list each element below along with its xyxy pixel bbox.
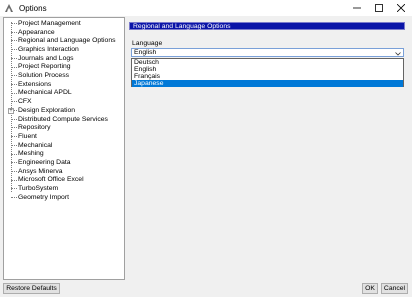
tree-connector — [7, 36, 17, 45]
tree-connector — [7, 176, 17, 185]
tree-item[interactable]: Repository — [7, 123, 51, 132]
tree-item[interactable]: TurboSystem — [7, 184, 58, 193]
tree-item[interactable]: Mechanical APDL — [7, 89, 72, 98]
tree-connector — [7, 150, 17, 159]
tree-item[interactable]: + Design Exploration — [7, 106, 75, 115]
close-button[interactable] — [390, 0, 412, 16]
tree-connector — [7, 115, 17, 124]
tree-item[interactable]: Meshing — [7, 150, 44, 159]
tree-connector — [7, 184, 17, 193]
language-option[interactable]: Japanese — [132, 80, 403, 87]
tree-item-label: Ansys Minerva — [18, 167, 63, 175]
tree-item[interactable]: Solution Process — [7, 71, 69, 80]
tree-item[interactable]: CFX — [7, 97, 32, 106]
tree-item-label: Regional and Language Options — [18, 37, 116, 45]
ansys-app-icon — [4, 3, 14, 13]
tree-connector — [7, 54, 17, 63]
plus-icon[interactable]: + — [8, 107, 14, 114]
maximize-button[interactable] — [368, 0, 390, 16]
tree-connector — [7, 193, 17, 202]
tree-item[interactable]: Appearance — [7, 28, 55, 37]
tree-connector — [7, 63, 17, 72]
tree-item-label: TurboSystem — [18, 185, 59, 193]
window-controls — [346, 0, 412, 16]
cancel-button[interactable]: Cancel — [381, 283, 408, 294]
tree-connector — [7, 28, 17, 37]
tree-item-label: Engineering Data — [18, 159, 71, 167]
tree-item-label: Fluent — [18, 132, 37, 140]
tree-item[interactable]: Regional and Language Options — [7, 36, 116, 45]
tree-item-label: Distributed Compute Services — [18, 115, 108, 123]
tree-item-label: Solution Process — [18, 72, 70, 80]
tree-connector — [7, 97, 17, 106]
tree-item-label: Journals and Logs — [18, 54, 74, 62]
restore-defaults-button[interactable]: Restore Defaults — [3, 283, 60, 294]
tree-item[interactable]: Project Reporting — [7, 63, 71, 72]
options-content-panel: Regional and Language Options Language E… — [127, 17, 409, 280]
maximize-icon — [375, 4, 383, 12]
tree-item-label: Extensions — [18, 80, 52, 88]
expand-toggle[interactable]: + — [7, 106, 17, 115]
tree-connector — [7, 123, 17, 132]
tree-item-label: Project Reporting — [18, 63, 71, 71]
tree-item[interactable]: Project Management — [7, 19, 81, 28]
options-tree[interactable]: Project Management Appearance Regional and… — [3, 17, 125, 280]
tree-connector — [7, 45, 17, 54]
title-bar: Options — [0, 0, 412, 16]
tree-connector — [7, 158, 17, 167]
tree-connector — [7, 89, 17, 98]
tree-item[interactable]: Extensions — [7, 80, 51, 89]
tree-item[interactable]: Journals and Logs — [7, 54, 74, 63]
tree-item-label: Repository — [18, 124, 51, 132]
tree-item[interactable]: Fluent — [7, 132, 37, 141]
tree-item-label: Mechanical APDL — [18, 89, 72, 97]
tree-item[interactable]: Mechanical — [7, 141, 52, 150]
tree-item-label: Graphics Interaction — [18, 45, 79, 53]
close-icon — [397, 4, 405, 12]
minimize-button[interactable] — [346, 0, 368, 16]
language-dropdown-list[interactable]: Deutsch English Français Japanese — [131, 58, 404, 87]
tree-connector — [7, 19, 17, 28]
tree-connector — [7, 141, 17, 150]
tree-item-label: CFX — [18, 98, 32, 106]
tree-item[interactable]: Graphics Interaction — [7, 45, 79, 54]
tree-item-label: Appearance — [18, 28, 55, 36]
chevron-down-icon[interactable] — [394, 50, 401, 57]
tree-item-label: Mechanical — [18, 141, 53, 149]
tree-connector — [7, 132, 17, 141]
tree-item-label: Project Management — [18, 19, 81, 27]
tree-connector — [7, 80, 17, 89]
tree-connector — [7, 71, 17, 80]
tree-connector — [7, 167, 17, 176]
language-option[interactable]: English — [132, 66, 403, 73]
minimize-icon — [353, 7, 361, 9]
tree-item[interactable]: Ansys Minerva — [7, 167, 63, 176]
tree-item-label: Meshing — [18, 150, 44, 158]
language-option[interactable]: Français — [132, 73, 403, 80]
language-select-value: English — [134, 49, 157, 56]
tree-item-label: Geometry Import — [18, 193, 69, 201]
tree-item[interactable]: Distributed Compute Services — [7, 115, 108, 124]
window-title: Options — [19, 3, 47, 13]
tree-item[interactable]: Engineering Data — [7, 158, 71, 167]
language-select[interactable]: English — [131, 48, 404, 57]
language-option[interactable]: Deutsch — [132, 59, 403, 66]
panel-header: Regional and Language Options — [129, 22, 405, 30]
tree-item[interactable]: Geometry Import — [7, 193, 69, 202]
tree-item[interactable]: Microsoft Office Excel — [7, 176, 84, 185]
tree-item-label: Design Exploration — [18, 106, 76, 114]
language-label: Language — [132, 40, 163, 47]
ok-button[interactable]: OK — [362, 283, 378, 294]
tree-item-label: Microsoft Office Excel — [18, 176, 84, 184]
